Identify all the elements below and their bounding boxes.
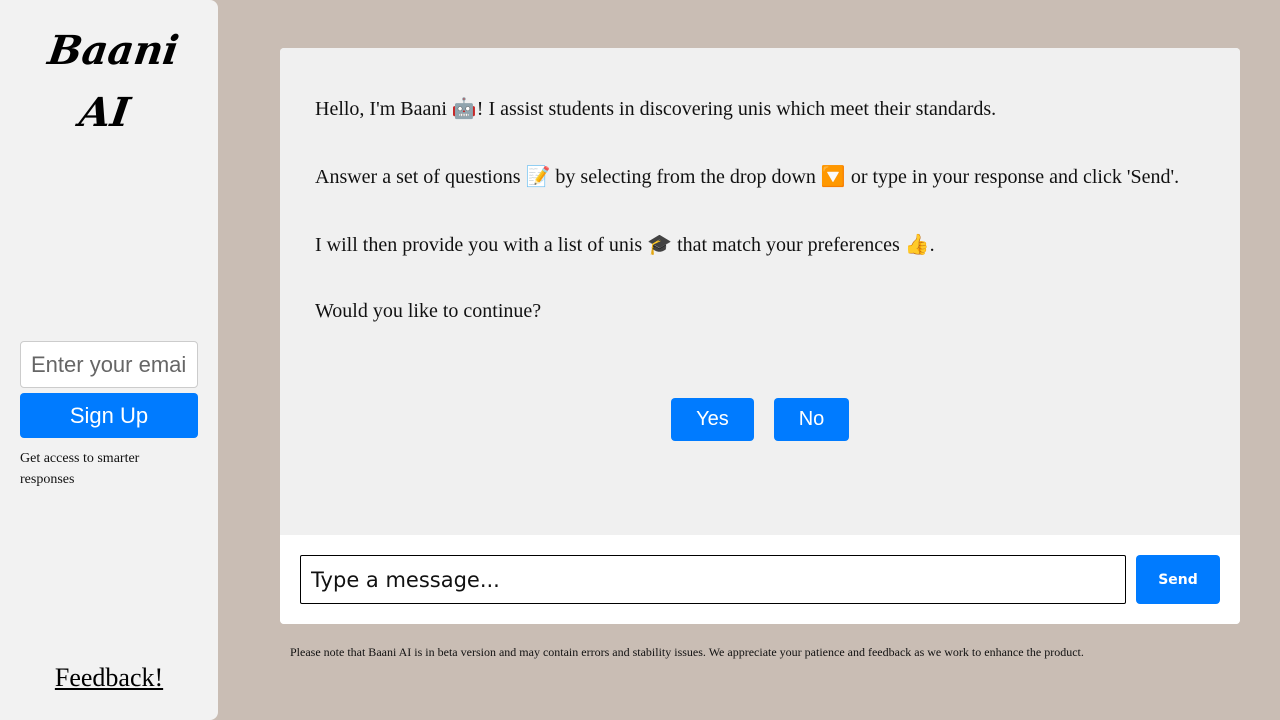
logo-line-2: AI xyxy=(76,89,133,136)
send-button[interactable]: Send xyxy=(1136,555,1220,604)
sign-up-note: Get access to smarter responses xyxy=(20,451,140,487)
logo: Baani AI xyxy=(0,20,227,144)
beta-disclaimer: Please note that Baani AI is in beta ver… xyxy=(290,645,1084,659)
message-input[interactable] xyxy=(300,555,1126,604)
sidebar: Baani AI Sign Up Get access to smarter r… xyxy=(0,0,218,720)
chat-panel: Hello, I'm Baani 🤖! I assist students in… xyxy=(280,48,1240,624)
feedback-link[interactable]: Feedback! xyxy=(0,663,218,693)
no-button[interactable]: No xyxy=(774,398,849,441)
bot-message: I will then provide you with a list of u… xyxy=(315,234,935,256)
sign-up-button[interactable]: Sign Up xyxy=(20,393,198,438)
message-composer: Send xyxy=(280,535,1240,624)
chat-messages: Hello, I'm Baani 🤖! I assist students in… xyxy=(280,48,1240,535)
bot-message: Hello, I'm Baani 🤖! I assist students in… xyxy=(315,98,997,120)
bot-message: Answer a set of questions 📝 by selecting… xyxy=(315,166,1180,188)
bot-message: Would you like to continue? xyxy=(315,300,542,322)
email-input[interactable] xyxy=(20,341,198,388)
yes-button[interactable]: Yes xyxy=(671,398,754,441)
logo-line-1: Baani xyxy=(45,27,182,74)
